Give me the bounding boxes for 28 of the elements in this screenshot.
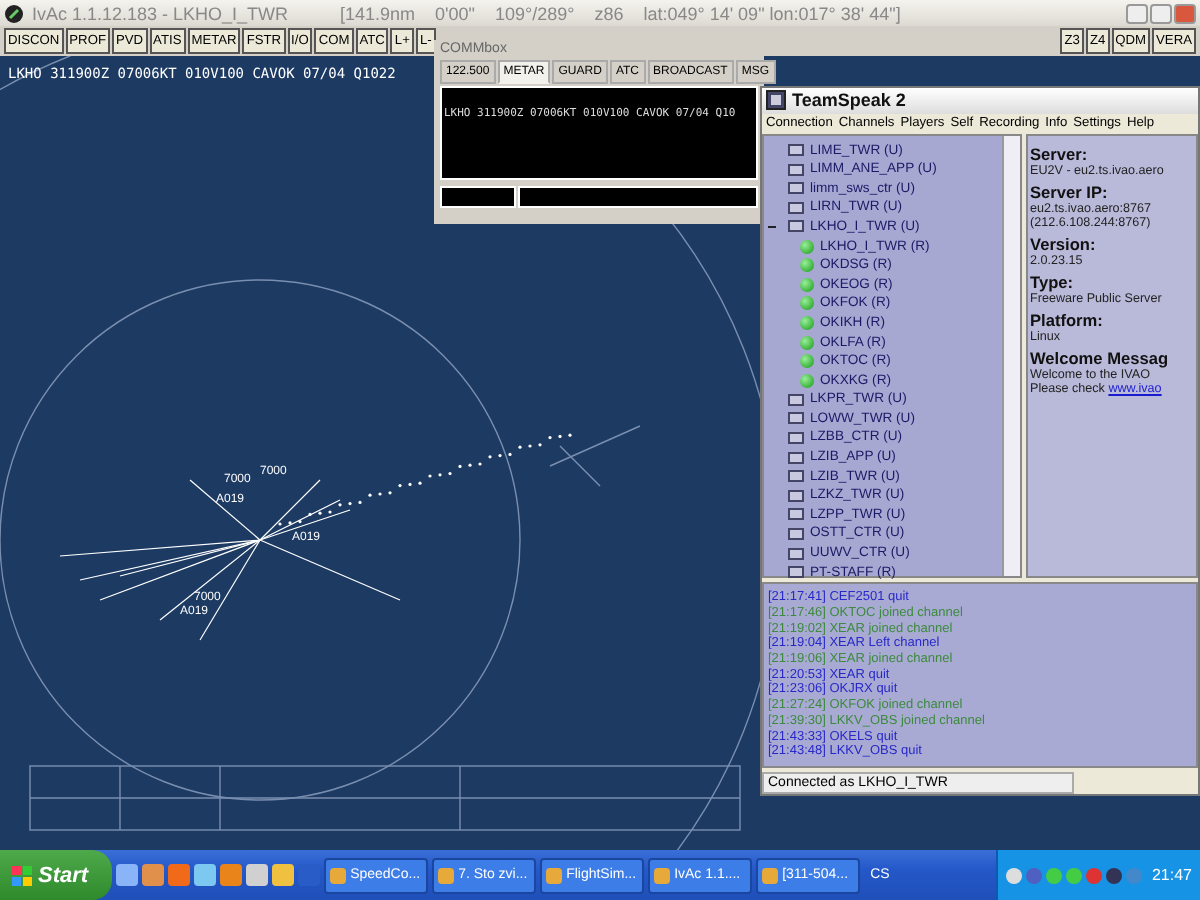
info-heading: Type: <box>1030 272 1076 293</box>
clock: 21:47 <box>1151 866 1192 884</box>
quick-launch-icon[interactable] <box>168 864 191 886</box>
input-field[interactable] <box>518 186 758 208</box>
input-field[interactable] <box>440 186 516 208</box>
start-button[interactable]: Start <box>0 850 113 900</box>
app-icon <box>766 90 786 111</box>
quick-launch-icon[interactable] <box>194 864 217 886</box>
quick-launch-icon[interactable] <box>220 864 243 886</box>
position-readout: [141.9nm 0'00" 109°/289° z86 lat:049° 14' 09" lon:017° 38' 44"] <box>340 3 901 23</box>
minimize-button[interactable] <box>1126 3 1148 23</box>
windows-logo-icon <box>12 865 32 885</box>
window-title: IvAc 1.1.12.183 - LKHO_I_TWR <box>32 3 291 23</box>
info-heading: Server IP: <box>1030 182 1110 203</box>
quick-launch-icon[interactable] <box>142 864 165 886</box>
info-heading: Server: <box>1030 144 1090 165</box>
maximize-button[interactable] <box>1150 3 1172 23</box>
quick-launch-icon[interactable] <box>246 864 269 886</box>
scrollbar[interactable] <box>1002 136 1020 577</box>
info-heading: Version: <box>1030 234 1098 255</box>
window-title: TeamSpeak 2 <box>792 90 906 111</box>
app-logo-icon <box>4 3 24 23</box>
info-heading: Welcome Messag <box>1030 348 1171 369</box>
crossing-lines-drawing <box>549 425 641 487</box>
close-button[interactable] <box>1174 3 1196 23</box>
quick-launch-icon[interactable] <box>116 864 139 886</box>
quick-launch-icon[interactable] <box>272 864 295 886</box>
info-heading: Platform: <box>1030 310 1105 331</box>
